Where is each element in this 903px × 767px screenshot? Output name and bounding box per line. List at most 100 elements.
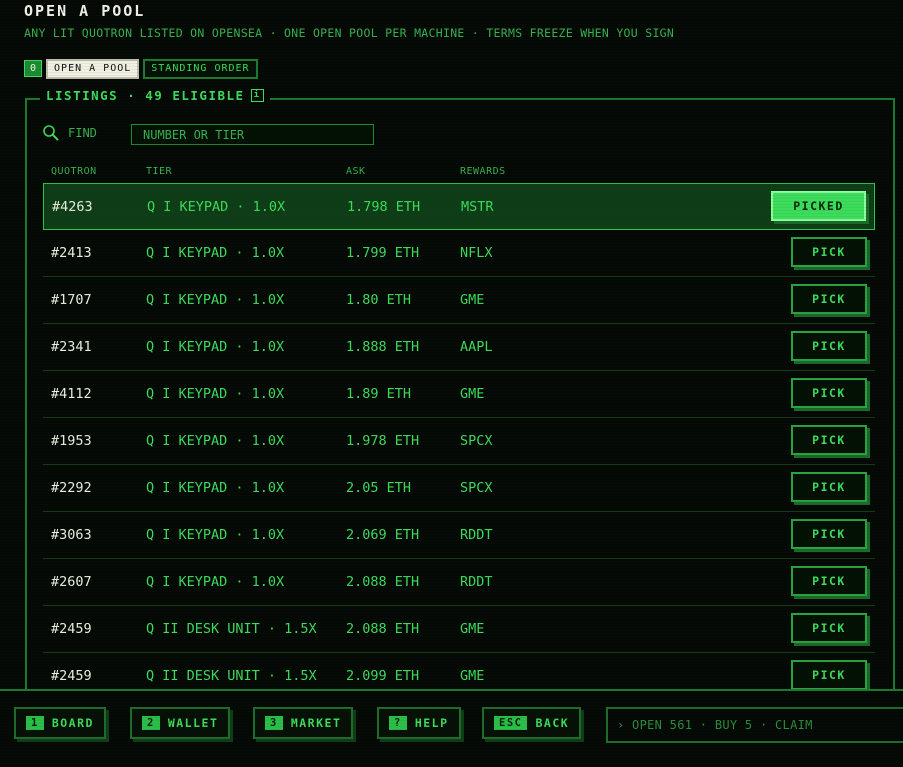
table-row[interactable]: #2292 Q I KEYPAD · 1.0X 2.05 ETH SPCX PICK (43, 465, 875, 512)
picked-button[interactable]: PICKED (771, 191, 866, 221)
ask-cell: 2.069 ETH (346, 527, 420, 543)
wallet-button[interactable]: 2 WALLET (130, 707, 231, 739)
button-label: WALLET (167, 716, 219, 730)
table-row[interactable]: #2607 Q I KEYPAD · 1.0X 2.088 ETH RDDT PICK (43, 559, 875, 606)
rewards-cell: AAPL (460, 339, 493, 355)
quotron-cell: #4112 (51, 386, 92, 402)
pick-button[interactable]: PICK (791, 566, 867, 596)
info-icon[interactable]: i (250, 89, 264, 102)
tier-cell: Q II DESK UNIT · 1.5X (146, 621, 317, 637)
back-button[interactable]: ESC BACK (482, 707, 582, 739)
quotron-cell: #2341 (51, 339, 92, 355)
button-label: BOARD (51, 716, 94, 730)
rewards-cell: RDDT (460, 527, 493, 543)
pick-button[interactable]: PICK (791, 519, 867, 549)
ask-cell: 1.798 ETH (347, 199, 421, 215)
find-row: FIND (42, 124, 97, 142)
pick-button[interactable]: PICK (791, 613, 867, 643)
key-hint: ? (389, 716, 407, 730)
pick-button[interactable]: PICK (791, 284, 867, 314)
tab-standing-order[interactable]: STANDING ORDER (143, 58, 258, 79)
quotron-cell: #2607 (51, 574, 92, 590)
pick-button[interactable]: PICK (791, 378, 867, 408)
command-line[interactable]: › OPEN 561 · BUY 5 · CLAIM (606, 707, 903, 743)
board-button[interactable]: 1 BOARD (14, 707, 106, 739)
rewards-cell: SPCX (460, 480, 493, 496)
tier-cell: Q I KEYPAD · 1.0X (146, 245, 285, 261)
ask-cell: 1.89 ETH (346, 386, 412, 402)
quotron-cell: #3063 (51, 527, 92, 543)
table-row[interactable]: #2459 Q II DESK UNIT · 1.5X 2.088 ETH GME PI… (43, 606, 875, 653)
page-subtitle: ANY LIT QUOTRON LISTED ON OPENSEA · ONE … (24, 26, 675, 40)
quotron-cell: #2292 (51, 480, 92, 496)
search-icon (43, 125, 59, 141)
column-header-tier[interactable]: TIER (146, 166, 172, 177)
rewards-cell: SPCX (460, 433, 493, 449)
rewards-cell: GME (460, 668, 485, 684)
table-row[interactable]: #2459 Q II DESK UNIT · 1.5X 2.099 ETH GME PI… (43, 653, 875, 689)
tier-cell: Q I KEYPAD · 1.0X (146, 339, 285, 355)
quotron-cell: #4263 (52, 199, 93, 215)
mode-key-hint: 0 (24, 60, 43, 77)
quotron-cell: #2459 (51, 668, 92, 684)
key-hint: 3 (265, 716, 283, 730)
market-button[interactable]: 3 MARKET (253, 707, 354, 739)
tier-cell: Q I KEYPAD · 1.0X (146, 527, 285, 543)
ask-cell: 2.05 ETH (346, 480, 412, 496)
tier-cell: Q I KEYPAD · 1.0X (146, 433, 285, 449)
quotron-cell: #2413 (51, 245, 92, 261)
help-button[interactable]: ? HELP (377, 707, 461, 739)
table-row[interactable]: #1707 Q I KEYPAD · 1.0X 1.80 ETH GME PICK (43, 277, 875, 324)
key-hint: 2 (142, 716, 160, 730)
tab-open-a-pool[interactable]: OPEN A POOL (46, 58, 140, 79)
pick-button[interactable]: PICK (791, 472, 867, 502)
pick-button[interactable]: PICK (791, 331, 867, 361)
table-row[interactable]: #2413 Q I KEYPAD · 1.0X 1.799 ETH NFLX PICK (43, 230, 875, 277)
footer-bar: 1 BOARD 2 WALLET 3 MARKET ? HELP ESC BAC… (0, 689, 903, 767)
rewards-cell: MSTR (461, 199, 494, 215)
column-header-rewards[interactable]: REWARDS (460, 166, 506, 177)
rewards-cell: GME (460, 386, 485, 402)
rewards-cell: NFLX (460, 245, 493, 261)
tier-cell: Q I KEYPAD · 1.0X (147, 199, 286, 215)
ask-cell: 1.799 ETH (346, 245, 420, 261)
tier-cell: Q I KEYPAD · 1.0X (146, 386, 285, 402)
mode-bar: 0 OPEN A POOL STANDING ORDER (24, 58, 258, 79)
listings-legend: LISTINGS · 49 ELIGIBLE i (40, 88, 270, 103)
pick-button[interactable]: PICK (791, 660, 867, 689)
pick-button[interactable]: PICK (791, 237, 867, 267)
column-header-ask[interactable]: ASK (346, 166, 366, 177)
quotron-cell: #1953 (51, 433, 92, 449)
button-label: MARKET (290, 716, 342, 730)
button-label: HELP (414, 716, 449, 730)
ask-cell: 2.088 ETH (346, 574, 420, 590)
quotron-cell: #2459 (51, 621, 92, 637)
rewards-cell: GME (460, 292, 485, 308)
ask-cell: 2.099 ETH (346, 668, 420, 684)
table-row[interactable]: #2341 Q I KEYPAD · 1.0X 1.888 ETH AAPL PICK (43, 324, 875, 371)
column-header-quotron[interactable]: QUOTRON (51, 166, 97, 177)
button-label: BACK (535, 716, 570, 730)
table-row[interactable]: #3063 Q I KEYPAD · 1.0X 2.069 ETH RDDT PICK (43, 512, 875, 559)
key-hint: ESC (494, 716, 528, 730)
pick-button[interactable]: PICK (791, 425, 867, 455)
tier-cell: Q I KEYPAD · 1.0X (146, 292, 285, 308)
ask-cell: 1.978 ETH (346, 433, 420, 449)
ask-cell: 2.088 ETH (346, 621, 420, 637)
tier-cell: Q I KEYPAD · 1.0X (146, 480, 285, 496)
find-label: FIND (68, 126, 97, 140)
tier-cell: Q I KEYPAD · 1.0X (146, 574, 285, 590)
rewards-cell: GME (460, 621, 485, 637)
table-row[interactable]: #4263 Q I KEYPAD · 1.0X 1.798 ETH MSTR PICKE… (43, 183, 875, 230)
tier-cell: Q II DESK UNIT · 1.5X (146, 668, 317, 684)
ask-cell: 1.888 ETH (346, 339, 420, 355)
table-header: QUOTRON TIER ASK REWARDS (0, 166, 903, 180)
key-hint: 1 (26, 716, 44, 730)
search-input[interactable] (131, 124, 374, 145)
page-title: OPEN A POOL (24, 2, 146, 20)
rewards-cell: RDDT (460, 574, 493, 590)
quotron-cell: #1707 (51, 292, 92, 308)
table-row[interactable]: #4112 Q I KEYPAD · 1.0X 1.89 ETH GME PICK (43, 371, 875, 418)
ask-cell: 1.80 ETH (346, 292, 412, 308)
table-row[interactable]: #1953 Q I KEYPAD · 1.0X 1.978 ETH SPCX PICK (43, 418, 875, 465)
